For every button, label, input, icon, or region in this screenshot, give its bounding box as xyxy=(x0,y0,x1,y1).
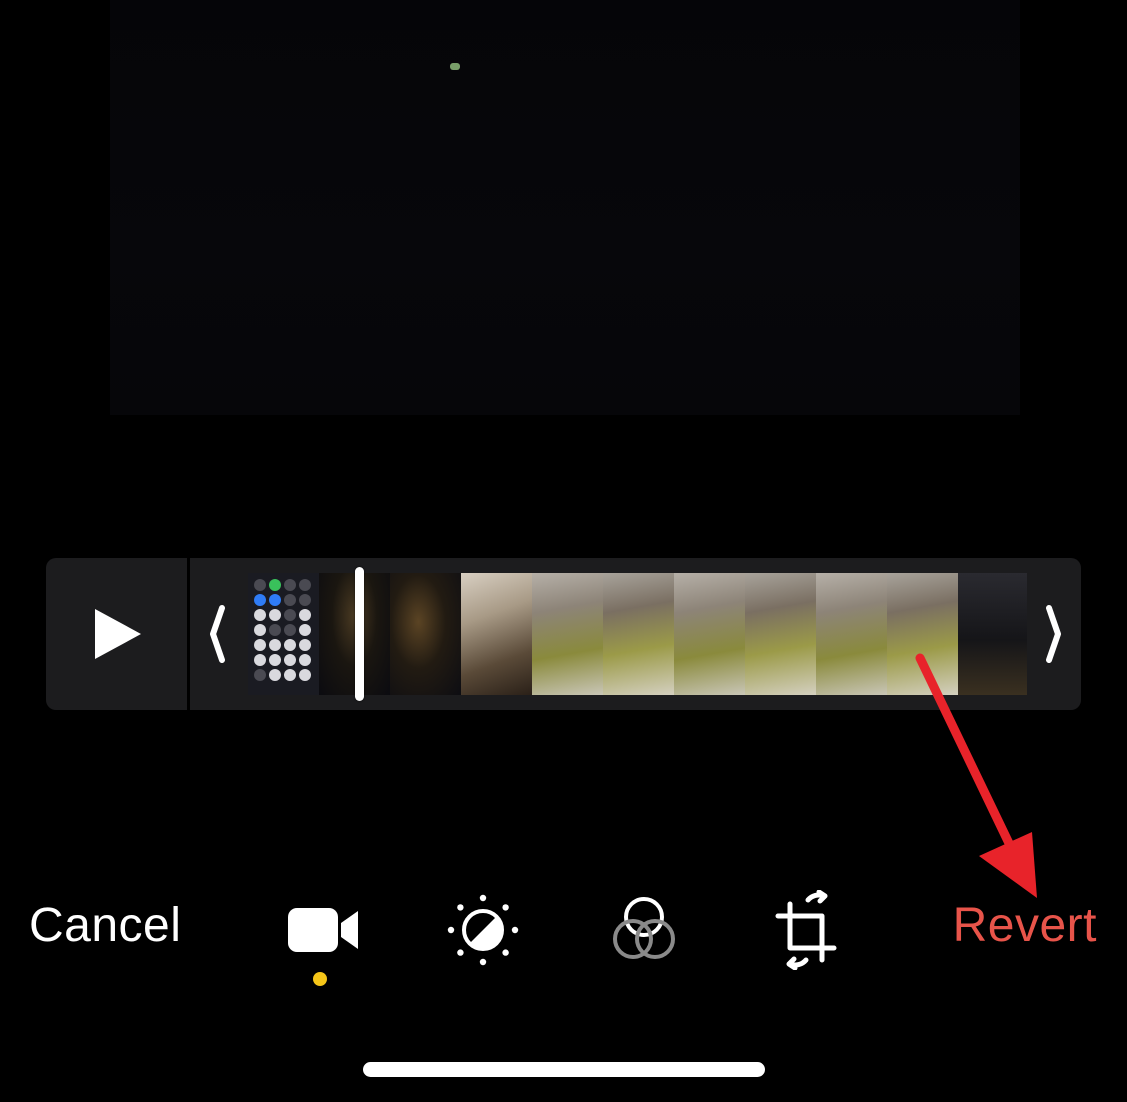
frame-thumbnail xyxy=(745,573,816,695)
revert-button[interactable]: Revert xyxy=(953,898,1097,953)
cancel-button[interactable]: Cancel xyxy=(29,898,181,953)
trim-left-handle-icon xyxy=(210,605,225,663)
control-center-thumbnail xyxy=(254,579,314,691)
play-icon xyxy=(95,609,141,659)
filters-tool-button[interactable] xyxy=(604,890,684,970)
frame-thumbnail xyxy=(887,573,958,695)
crop-tool-button[interactable] xyxy=(767,890,847,970)
play-button[interactable] xyxy=(46,558,188,710)
edit-toolbar: Cancel Revert xyxy=(0,880,1127,990)
video-tool-button[interactable] xyxy=(283,890,363,970)
timeline-divider xyxy=(187,558,190,710)
filters-icon xyxy=(613,897,675,959)
trim-right-handle-icon xyxy=(1046,605,1061,663)
video-preview xyxy=(110,0,1020,415)
video-timeline[interactable] xyxy=(46,558,1081,710)
adjust-tool-button[interactable] xyxy=(443,890,523,970)
frame-thumbnail xyxy=(816,573,887,695)
frame-thumbnail xyxy=(674,573,745,695)
video-icon xyxy=(288,908,358,952)
frame-thumbnail xyxy=(603,573,674,695)
frame-thumbnail xyxy=(958,573,1027,695)
trim-left-handle[interactable] xyxy=(202,596,232,672)
frame-thumbnail xyxy=(532,573,603,695)
frame-thumbnail xyxy=(248,573,319,695)
timeline-frames[interactable] xyxy=(248,573,1027,695)
adjust-icon xyxy=(447,894,519,966)
playhead[interactable] xyxy=(355,567,364,701)
frame-thumbnail xyxy=(461,573,532,695)
frame-thumbnail xyxy=(390,573,461,695)
preview-light-spot xyxy=(450,63,460,70)
home-indicator[interactable] xyxy=(363,1062,765,1077)
active-tool-indicator xyxy=(313,972,327,986)
crop-rotate-icon xyxy=(775,890,837,970)
trim-right-handle[interactable] xyxy=(1039,596,1069,672)
